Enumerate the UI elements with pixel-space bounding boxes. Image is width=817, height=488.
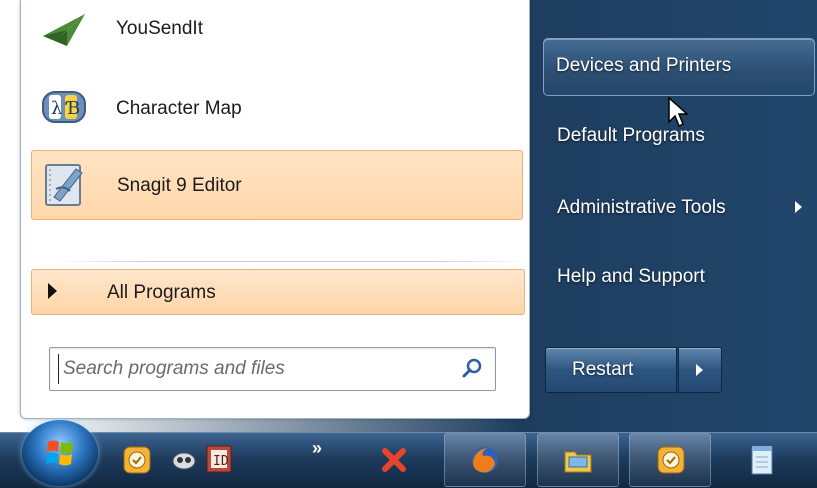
submenu-arrow-icon: [795, 201, 802, 213]
tb-app-icon[interactable]: ID: [205, 444, 233, 474]
notepad-icon[interactable]: [748, 444, 776, 476]
separator: [51, 261, 531, 262]
restart-button[interactable]: Restart: [545, 347, 677, 393]
snagit-editor-icon: [45, 164, 83, 206]
program-label: Snagit 9 Editor: [117, 175, 242, 196]
svg-text:ID: ID: [213, 454, 229, 469]
firefox-icon: [472, 447, 498, 473]
search-icon[interactable]: [461, 357, 483, 379]
taskbar-explorer-button[interactable]: [537, 433, 619, 487]
right-item-label: Devices and Printers: [556, 55, 732, 76]
x-icon[interactable]: [380, 446, 408, 474]
mouse-cursor-icon: [668, 96, 689, 128]
taskbar-firefox-button[interactable]: [444, 433, 526, 487]
right-item-label: Administrative Tools: [557, 197, 726, 218]
devices-and-printers-link[interactable]: Devices and Printers: [543, 38, 815, 96]
svg-text:Ɓ: Ɓ: [65, 98, 80, 119]
snagit-icon: [657, 446, 685, 474]
search-input[interactable]: [58, 354, 435, 384]
program-yousendit[interactable]: YouSendIt: [31, 0, 521, 64]
program-label: YouSendIt: [116, 18, 203, 39]
mouse-icon[interactable]: [170, 447, 198, 473]
snagit-clock-icon[interactable]: [122, 445, 152, 475]
yousendit-icon: [43, 14, 85, 46]
svg-text:λ: λ: [51, 98, 62, 119]
windows-start-orb[interactable]: [22, 420, 98, 486]
taskbar-snagit-button[interactable]: [629, 433, 711, 487]
windows-logo-icon: [46, 440, 73, 466]
program-snagit-editor[interactable]: Snagit 9 Editor: [31, 150, 523, 220]
program-label: Character Map: [116, 98, 242, 119]
character-map-icon: λ Ɓ: [42, 91, 86, 123]
start-menu-left-pane: YouSendIt λ Ɓ Character Map Snagit 9 Edi…: [20, 0, 531, 419]
shutdown-options-button[interactable]: [678, 347, 722, 393]
search-box[interactable]: [49, 347, 496, 391]
taskbar-overflow-button[interactable]: »: [312, 438, 322, 459]
arrow-right-icon: [48, 283, 57, 299]
all-programs-label: All Programs: [107, 282, 216, 303]
folder-icon: [564, 451, 592, 473]
program-character-map[interactable]: λ Ɓ Character Map: [31, 74, 521, 140]
restart-label: Restart: [572, 359, 634, 380]
all-programs-button[interactable]: All Programs: [31, 269, 525, 315]
right-item-label: Help and Support: [557, 266, 705, 287]
